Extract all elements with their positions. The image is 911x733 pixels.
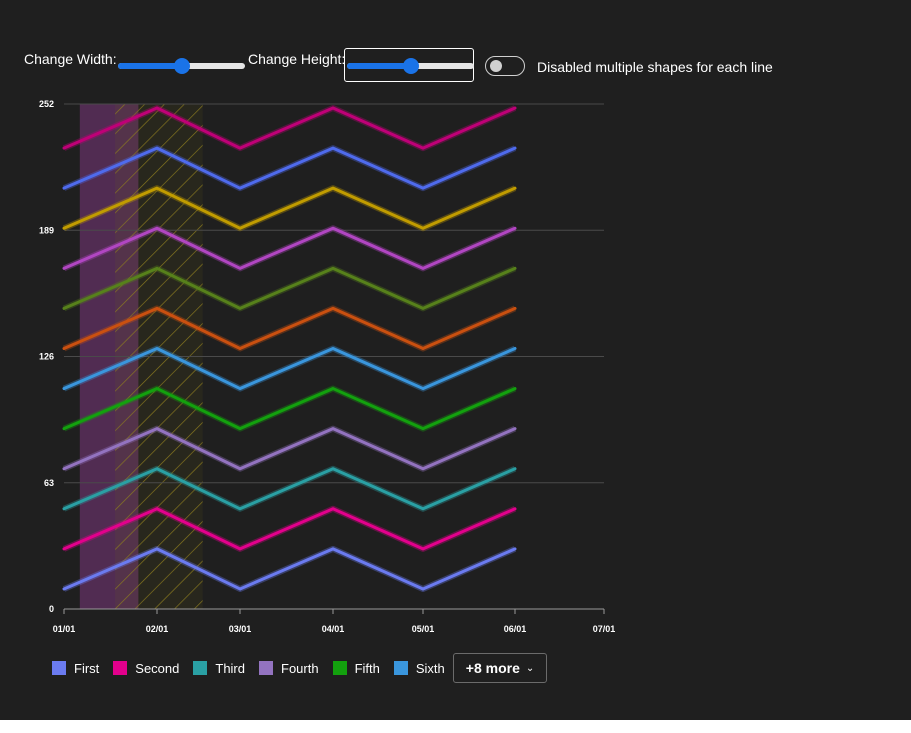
legend-label: Third: [215, 660, 245, 676]
height-slider-fill: [347, 63, 411, 69]
legend-swatch: [52, 661, 66, 675]
x-tick-label: 07/01: [593, 624, 616, 634]
toggle-label: Disabled multiple shapes for each line: [537, 59, 773, 75]
height-label: Change Height:: [248, 51, 346, 67]
y-tick-label: 0: [49, 604, 54, 614]
legend-swatch: [393, 661, 408, 675]
legend-swatch: [259, 661, 273, 675]
legend-label: Sixth: [415, 660, 445, 676]
legend-item[interactable]: Second: [113, 661, 179, 676]
legend-item[interactable]: Third: [193, 661, 245, 676]
y-tick-label: 189: [39, 225, 54, 235]
controls-bar: Change Width: Change Height: Disabled mu…: [0, 0, 911, 100]
shapes-toggle[interactable]: [485, 56, 525, 76]
x-tick-label: 06/01: [504, 624, 527, 634]
y-tick-label: 252: [39, 99, 54, 109]
x-tick-label: 05/01: [412, 624, 435, 634]
legend-swatch: [193, 661, 208, 675]
legend-swatch: [113, 661, 128, 675]
legend: First Second Third Fourth Fifth Sixth +8 more…: [52, 652, 548, 684]
width-slider-fill: [118, 63, 182, 69]
height-slider[interactable]: [347, 56, 474, 76]
legend-item[interactable]: First: [52, 661, 99, 676]
x-tick-label: 03/01: [229, 624, 252, 634]
legend-label: Fifth: [354, 660, 380, 676]
toggle-knob: [490, 60, 502, 72]
legend-swatch: [332, 661, 347, 675]
chart-app: Change Width: Change Height: Disabled mu…: [0, 0, 911, 720]
width-slider[interactable]: [118, 56, 245, 76]
height-slider-thumb[interactable]: [402, 58, 419, 74]
legend-more-label: +8 more: [465, 660, 520, 676]
width-label: Change Width:: [24, 51, 117, 67]
legend-label: Second: [135, 660, 180, 676]
legend-label: Fourth: [281, 660, 319, 676]
x-tick-label: 01/01: [53, 624, 76, 634]
legend-item[interactable]: Sixth: [393, 660, 445, 676]
chevron-down-icon: ⌄: [525, 662, 535, 674]
legend-item[interactable]: Fourth: [259, 661, 319, 676]
line-chart: 0 63 126 189 252 01/01 02/01 03/01 04/01 05/01 06/…: [39, 99, 616, 634]
legend-label: First: [74, 660, 100, 676]
legend-more-button[interactable]: +8 more ⌄: [452, 653, 548, 683]
x-tick-label: 04/01: [322, 624, 345, 634]
width-slider-thumb[interactable]: [173, 58, 190, 74]
legend-item[interactable]: Fifth: [332, 660, 380, 676]
y-tick-label: 126: [39, 352, 54, 362]
x-tick-label: 02/01: [146, 624, 169, 634]
y-tick-label: 63: [44, 478, 54, 488]
